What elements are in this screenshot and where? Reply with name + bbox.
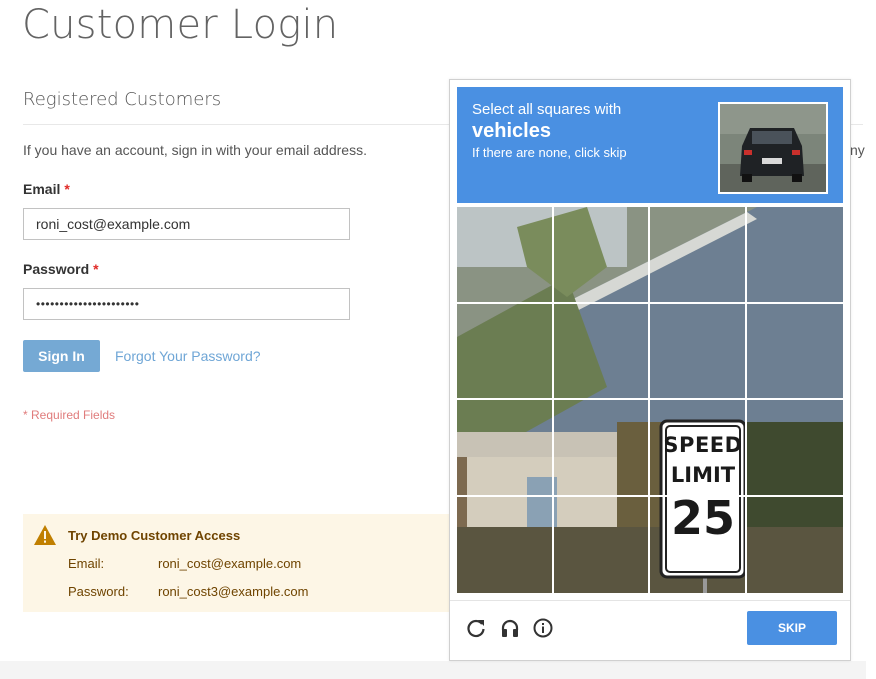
captcha-tile[interactable] [650, 400, 747, 497]
login-intro-text: If you have an account, sign in with you… [23, 142, 367, 158]
demo-email-key: Email: [68, 556, 105, 571]
captcha-challenge: Select all squares with vehicles If ther… [449, 79, 851, 661]
captcha-header: Select all squares with vehicles If ther… [457, 87, 843, 203]
captcha-target-text: vehicles [472, 120, 551, 142]
demo-password-key: Password: [68, 584, 129, 599]
captcha-divider [450, 600, 850, 601]
captcha-tile[interactable] [553, 207, 650, 304]
info-icon[interactable] [532, 617, 554, 639]
captcha-image-grid: SPEED LIMIT 25 [457, 207, 843, 593]
captcha-prompt-text: Select all squares with [472, 101, 622, 118]
required-fields-note: * Required Fields [23, 408, 116, 422]
captcha-tile[interactable] [457, 207, 554, 304]
forgot-password-link[interactable]: Forgot Your Password? [115, 348, 261, 364]
captcha-tile[interactable] [650, 496, 747, 593]
email-field[interactable]: roni_cost@example.com [23, 208, 350, 240]
password-label: Password * [23, 261, 99, 277]
captcha-skip-hint: If there are none, click skip [472, 145, 627, 160]
sign-in-button[interactable]: Sign In [23, 340, 100, 372]
demo-access-notice: Try Demo Customer Access Email: roni_cos… [23, 514, 450, 612]
captcha-tile[interactable] [457, 496, 554, 593]
captcha-tile[interactable] [650, 303, 747, 400]
email-label-text: Email [23, 181, 61, 197]
captcha-tile[interactable] [553, 400, 650, 497]
required-asterisk: * [64, 181, 70, 197]
captcha-example-image [718, 102, 828, 194]
captcha-tile[interactable] [746, 207, 843, 304]
captcha-tile[interactable] [746, 400, 843, 497]
demo-email-value: roni_cost@example.com [158, 556, 302, 571]
captcha-tile[interactable] [457, 400, 554, 497]
captcha-tile[interactable] [553, 303, 650, 400]
password-label-text: Password [23, 261, 90, 277]
audio-icon[interactable] [499, 617, 521, 639]
captcha-tile[interactable] [457, 303, 554, 400]
reload-icon[interactable] [465, 617, 487, 639]
captcha-tiles [457, 207, 843, 593]
captcha-tile[interactable] [746, 304, 843, 400]
captcha-tile[interactable] [747, 497, 844, 594]
demo-password-value: roni_cost3@example.com [158, 584, 309, 599]
captcha-tile[interactable] [650, 207, 747, 304]
required-asterisk: * [93, 261, 99, 277]
warning-icon [34, 525, 56, 545]
registered-customers-title: Registered Customers [23, 89, 222, 110]
example-car-image [720, 104, 826, 192]
password-field[interactable]: •••••••••••••••••••••• [23, 288, 350, 320]
footer-band [0, 661, 866, 679]
demo-title: Try Demo Customer Access [68, 528, 241, 543]
email-label: Email * [23, 181, 70, 197]
captcha-tile[interactable] [554, 496, 650, 593]
page-title: Customer Login [22, 2, 339, 48]
cutoff-text: ny [850, 142, 865, 158]
skip-button[interactable]: SKIP [747, 611, 837, 645]
